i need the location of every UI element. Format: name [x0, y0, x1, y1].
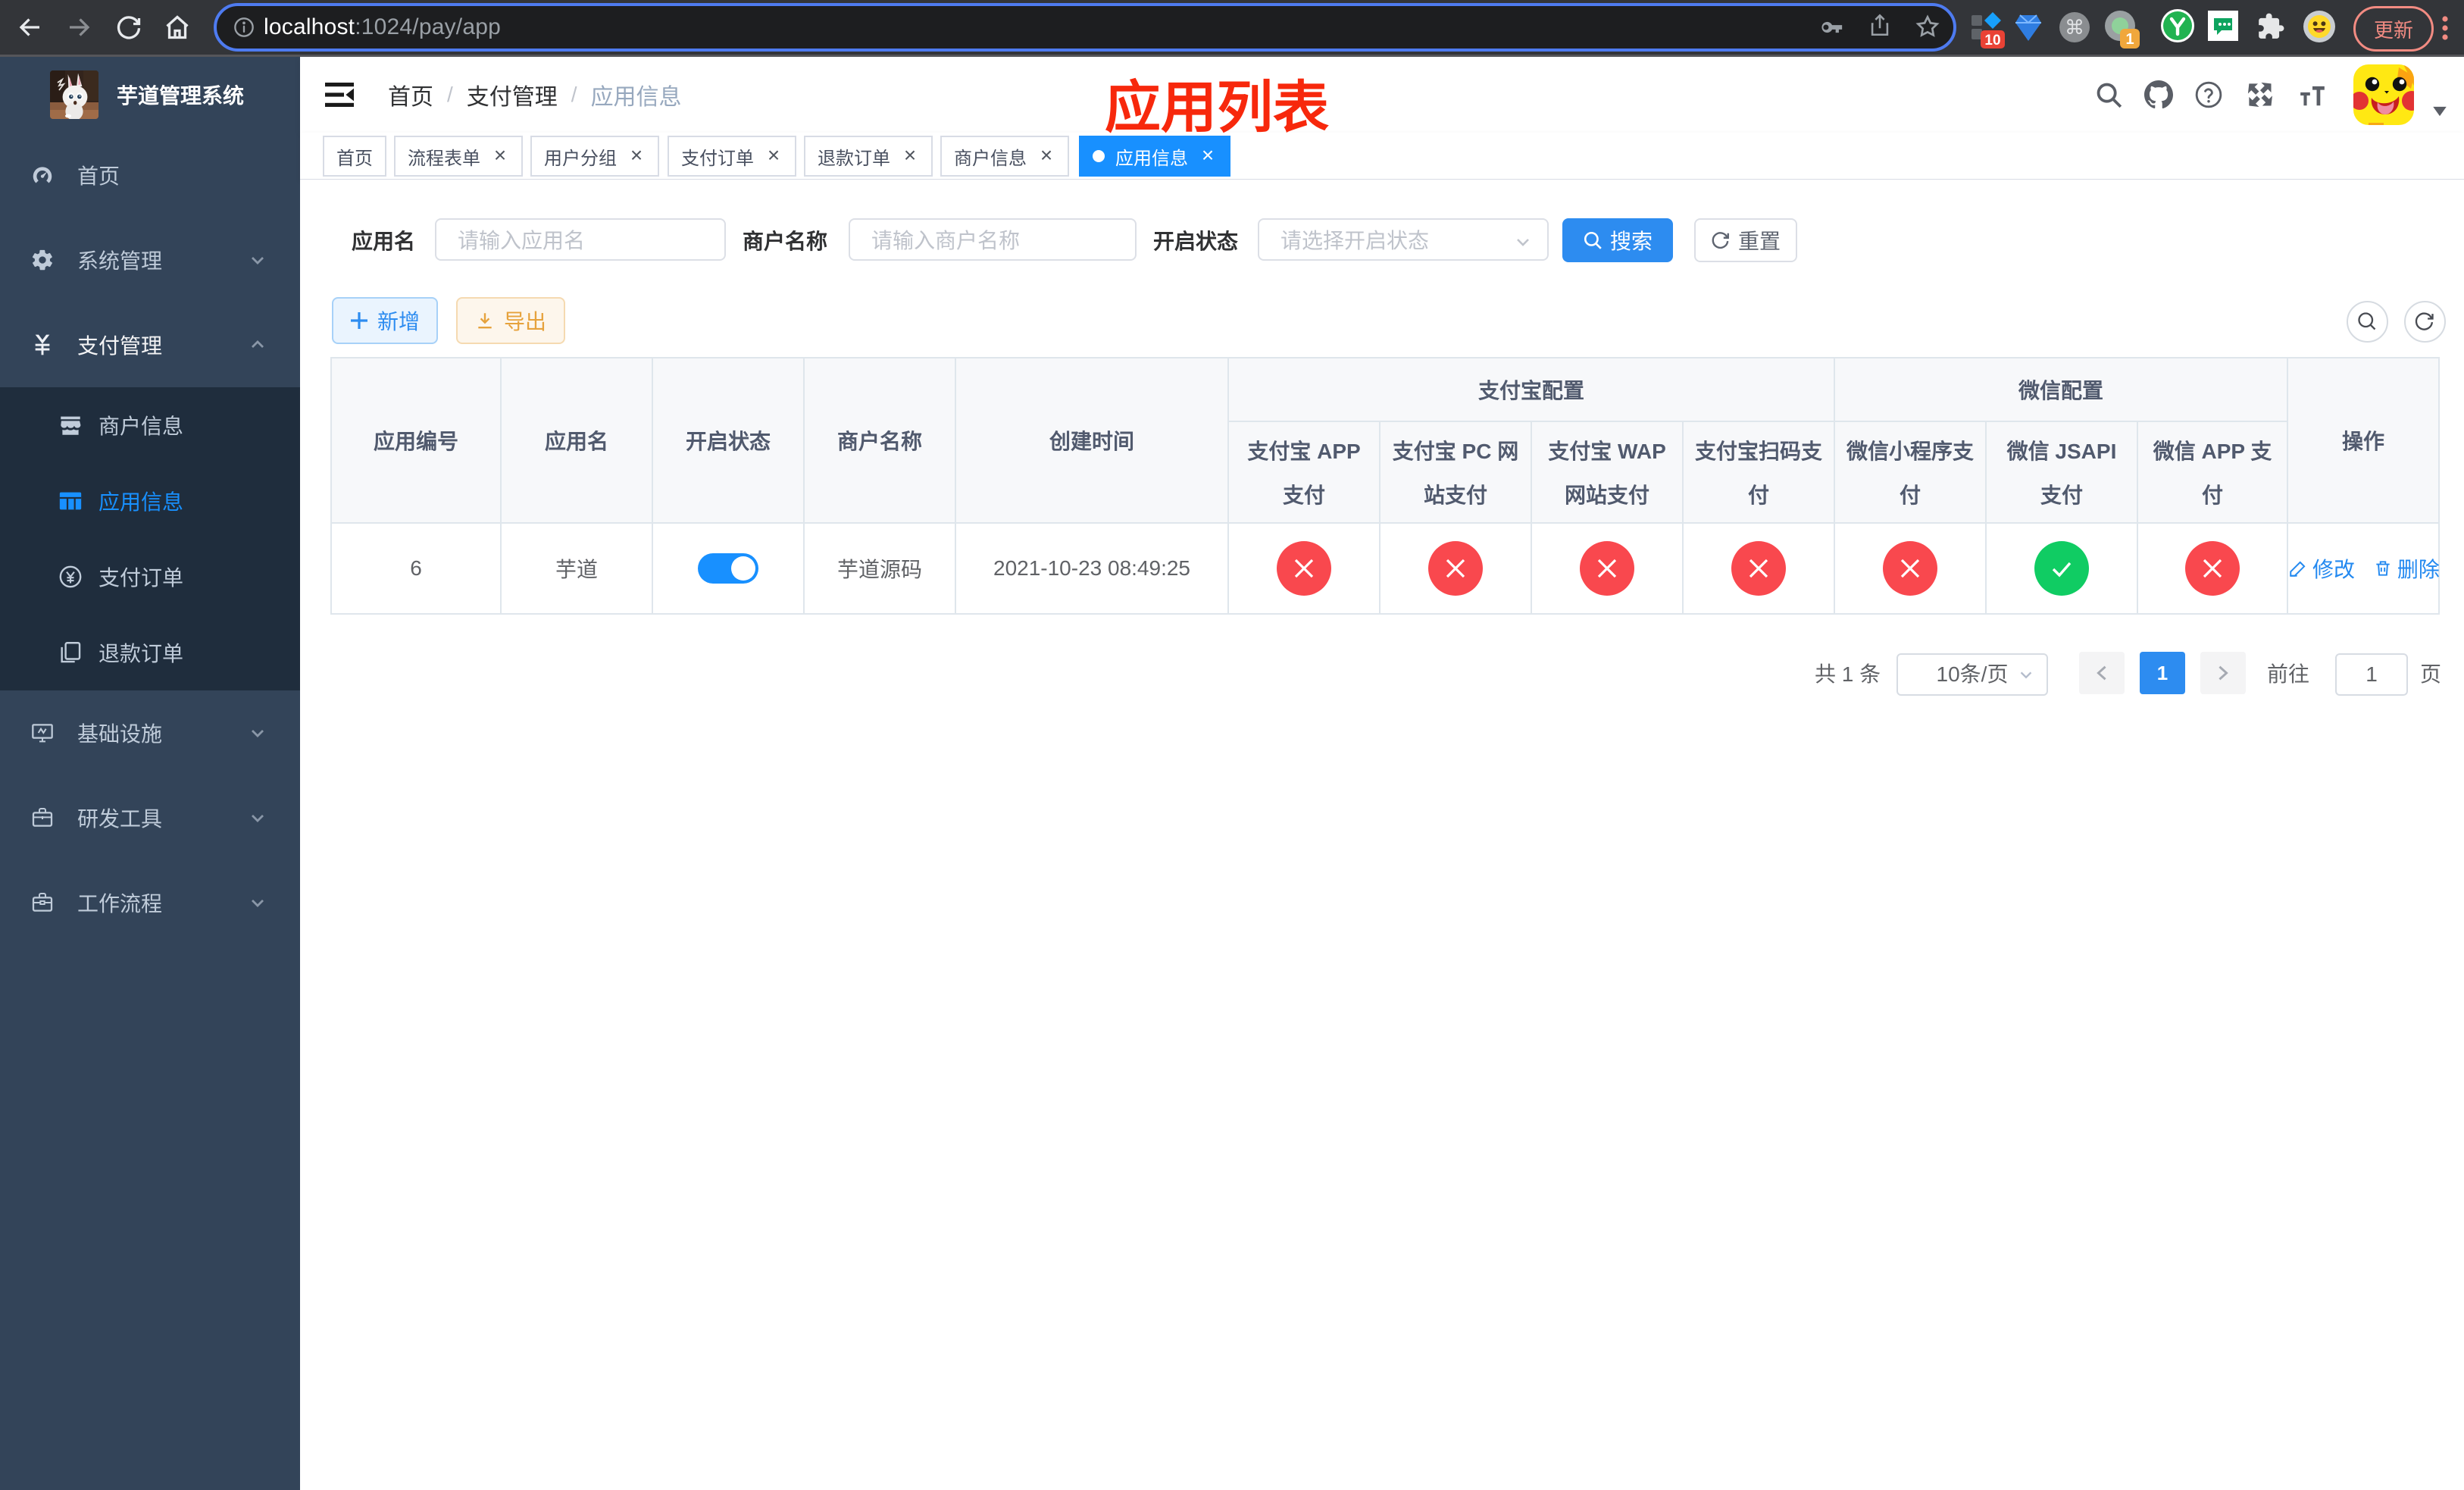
svg-text:10: 10	[1984, 33, 2000, 49]
svg-text:⌘: ⌘	[2065, 16, 2084, 39]
svg-text:1: 1	[2125, 31, 2134, 48]
